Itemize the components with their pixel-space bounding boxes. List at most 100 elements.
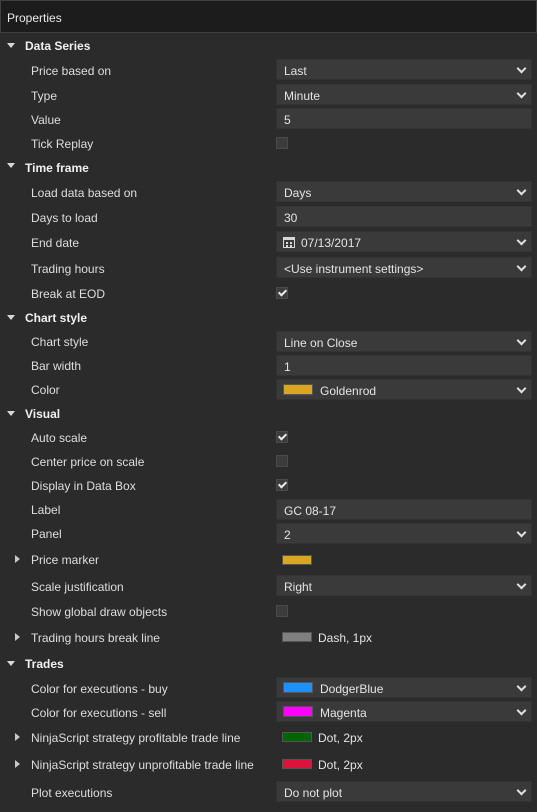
goldenrod-swatch — [283, 384, 313, 395]
category-label: Visual — [25, 407, 61, 421]
chart-style-dropdown[interactable]: Line on Close — [276, 331, 532, 352]
dropdown-value: Last — [284, 64, 307, 78]
property-label: Color for executions - buy — [31, 682, 168, 696]
chevron-down-icon — [516, 579, 527, 590]
property-label: Price marker — [31, 553, 100, 567]
chevron-down-icon — [516, 705, 527, 716]
input-value: 30 — [284, 211, 298, 225]
dropdown-value: Line on Close — [284, 336, 358, 350]
property-label: NinjaScript strategy profitable trade li… — [31, 731, 241, 745]
property-label: End date — [31, 236, 80, 250]
color-dropdown[interactable]: Goldenrod — [276, 379, 532, 400]
property-type: Type Minute — [0, 81, 537, 105]
chevron-down-icon — [516, 681, 527, 692]
property-label: NinjaScript strategy unprofitable trade … — [31, 758, 254, 772]
center-price-on-scale-checkbox[interactable] — [276, 455, 288, 467]
category-label: Data Series — [25, 39, 91, 53]
property-color: Color Goldenrod — [0, 377, 537, 401]
chevron-down-icon — [516, 335, 527, 346]
expand-arrow-icon[interactable] — [15, 633, 20, 641]
input-value: 1 — [284, 360, 291, 374]
gray-swatch — [282, 632, 312, 642]
expand-arrow-icon[interactable] — [15, 760, 20, 768]
property-label: Color — [31, 383, 60, 397]
category-trades[interactable]: Trades — [0, 651, 537, 675]
load-data-based-on-dropdown[interactable]: Days — [276, 181, 532, 202]
input-value: 5 — [284, 113, 291, 127]
chevron-down-icon — [516, 261, 527, 272]
magenta-swatch — [283, 706, 313, 717]
category-chart-style[interactable]: Chart style — [0, 305, 537, 329]
property-label: Label — [31, 503, 61, 517]
property-color-sell: Color for executions - sell Magenta — [0, 699, 537, 723]
auto-scale-checkbox[interactable] — [276, 431, 288, 443]
collapse-arrow-icon[interactable] — [7, 315, 15, 320]
category-visual[interactable]: Visual — [0, 401, 537, 425]
property-trading-hours: Trading hours <Use instrument settings> — [0, 255, 537, 279]
property-end-date: End date 07/13/2017 — [0, 229, 537, 253]
collapse-arrow-icon[interactable] — [7, 411, 15, 416]
property-profitable-trade-line: NinjaScript strategy profitable trade li… — [0, 724, 537, 750]
break-at-eod-checkbox[interactable] — [276, 287, 288, 299]
property-scale-justification: Scale justification Right — [0, 573, 537, 597]
show-global-draw-objects-checkbox[interactable] — [276, 605, 288, 617]
property-label: Trading hours break line — [31, 631, 160, 645]
scale-justification-dropdown[interactable]: Right — [276, 575, 532, 596]
property-label: Days to load — [31, 211, 98, 225]
color-name: DodgerBlue — [320, 682, 384, 696]
color-buy-dropdown[interactable]: DodgerBlue — [276, 677, 532, 698]
label-input[interactable]: GC 08-17 — [276, 499, 532, 520]
property-plot-executions: Plot executions Do not plot — [0, 779, 537, 805]
darkgreen-swatch — [282, 732, 312, 742]
dropdown-value: 2 — [284, 528, 291, 542]
panel-dropdown[interactable]: 2 — [276, 523, 532, 544]
trading-hours-dropdown[interactable]: <Use instrument settings> — [276, 257, 532, 278]
chevron-down-icon — [516, 185, 527, 196]
price-based-on-dropdown[interactable]: Last — [276, 59, 532, 80]
property-label-field: Label GC 08-17 — [0, 497, 537, 521]
property-auto-scale: Auto scale — [0, 425, 537, 449]
property-label: Price based on — [31, 64, 112, 78]
property-break-at-eod: Break at EOD — [0, 281, 537, 305]
collapse-arrow-icon[interactable] — [7, 43, 15, 48]
expand-arrow-icon[interactable] — [15, 555, 20, 563]
category-time-frame[interactable]: Time frame — [0, 153, 537, 177]
property-label: Display in Data Box — [31, 479, 136, 493]
line-style-value[interactable]: Dot, 2px — [318, 758, 363, 772]
dropdown-value: Do not plot — [284, 786, 343, 800]
property-label: Chart style — [31, 335, 89, 349]
line-style-value[interactable]: Dot, 2px — [318, 731, 363, 745]
property-label: Type — [31, 89, 58, 103]
display-in-data-box-checkbox[interactable] — [276, 479, 288, 491]
property-panel: Panel 2 — [0, 521, 537, 545]
type-dropdown[interactable]: Minute — [276, 84, 532, 105]
tick-replay-checkbox[interactable] — [276, 137, 288, 149]
plot-executions-dropdown[interactable]: Do not plot — [276, 781, 532, 802]
line-style-value[interactable]: Dash, 1px — [318, 631, 372, 645]
property-price-marker: Price marker — [0, 546, 537, 572]
price-marker-swatch[interactable] — [282, 555, 312, 565]
property-chart-style: Chart style Line on Close — [0, 329, 537, 353]
category-label: Chart style — [25, 311, 88, 325]
color-sell-dropdown[interactable]: Magenta — [276, 701, 532, 722]
value-input[interactable]: 5 — [276, 108, 532, 129]
property-label: Load data based on — [31, 186, 138, 200]
property-label: Scale justification — [31, 580, 124, 594]
collapse-arrow-icon[interactable] — [7, 661, 15, 666]
category-data-series[interactable]: Data Series — [0, 33, 537, 57]
days-to-load-input[interactable]: 30 — [276, 206, 532, 227]
property-label: Auto scale — [31, 431, 88, 445]
expand-arrow-icon[interactable] — [15, 733, 20, 741]
color-name: Goldenrod — [320, 384, 377, 398]
dropdown-value: <Use instrument settings> — [284, 262, 424, 276]
dropdown-value: Days — [284, 186, 312, 200]
category-label: Time frame — [25, 161, 89, 175]
dodgerblue-swatch — [283, 682, 313, 693]
bar-width-input[interactable]: 1 — [276, 355, 532, 376]
property-label: Plot executions — [31, 786, 113, 800]
property-unprofitable-trade-line: NinjaScript strategy unprofitable trade … — [0, 751, 537, 777]
end-date-picker[interactable]: 07/13/2017 — [276, 231, 532, 252]
property-label: Panel — [31, 527, 62, 541]
collapse-arrow-icon[interactable] — [7, 163, 15, 168]
property-center-price-on-scale: Center price on scale — [0, 449, 537, 473]
